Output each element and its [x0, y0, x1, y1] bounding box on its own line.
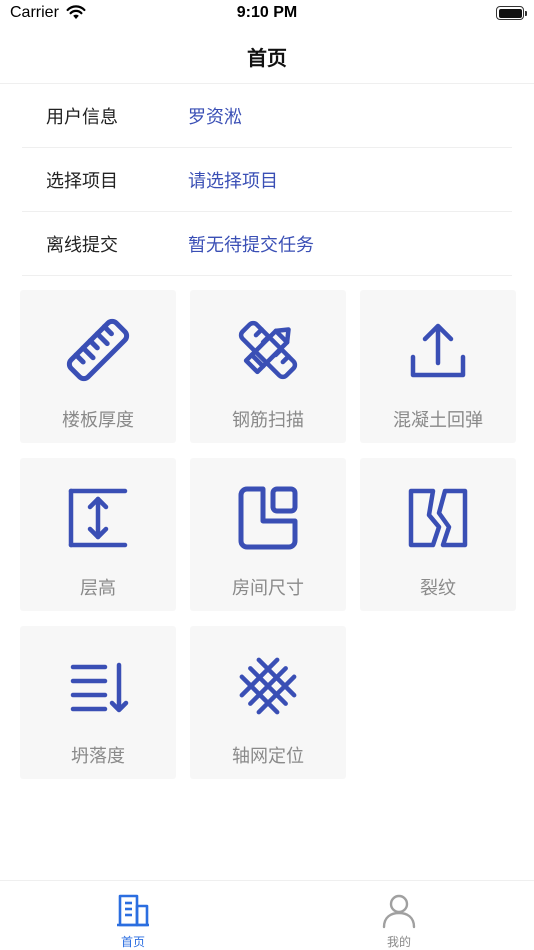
- info-list: 用户信息 罗资淞 选择项目 请选择项目 离线提交 暂无待提交任务: [22, 84, 512, 276]
- pencil-ruler-icon: [238, 320, 298, 380]
- info-row-offline-submit[interactable]: 离线提交 暂无待提交任务: [22, 212, 512, 276]
- tile-label: 裂纹: [420, 578, 456, 599]
- tile-label: 钢筋扫描: [232, 410, 304, 431]
- tile-label: 轴网定位: [232, 746, 304, 767]
- navigation-bar: 首页: [0, 30, 534, 84]
- tile-label: 房间尺寸: [232, 578, 304, 599]
- info-label: 离线提交: [46, 235, 118, 256]
- page-title: 首页: [247, 46, 287, 70]
- info-label: 用户信息: [46, 107, 118, 128]
- height-arrow-icon: [68, 488, 128, 548]
- tile-concrete-rebound[interactable]: 混凝土回弹: [360, 290, 516, 443]
- building-icon: [117, 894, 149, 927]
- status-bar: Carrier 9:10 PM: [0, 0, 534, 30]
- info-row-select-project[interactable]: 选择项目 请选择项目: [22, 148, 512, 212]
- tile-crack[interactable]: 裂纹: [360, 458, 516, 611]
- upload-icon: [410, 323, 466, 378]
- tab-home[interactable]: 首页: [103, 893, 163, 950]
- tab-label: 我的: [386, 935, 411, 949]
- tile-room-size[interactable]: 房间尺寸: [190, 458, 346, 611]
- battery-icon: [496, 6, 527, 20]
- grid-mesh-icon: [239, 657, 297, 715]
- clock: 9:10 PM: [236, 4, 298, 21]
- room-layout-icon: [238, 486, 298, 550]
- ruler-icon: [66, 318, 130, 382]
- info-value[interactable]: 请选择项目: [188, 167, 278, 193]
- info-label: 选择项目: [46, 171, 118, 192]
- tab-bar: 首页 我的: [0, 880, 534, 950]
- tile-label: 层高: [80, 578, 116, 599]
- tab-mine[interactable]: 我的: [369, 893, 429, 950]
- crack-icon: [408, 488, 468, 548]
- tile-slab-thickness[interactable]: 楼板厚度: [20, 290, 176, 443]
- tile-floor-height[interactable]: 层高: [20, 458, 176, 611]
- info-value: 暂无待提交任务: [188, 235, 314, 256]
- tile-rebar-scan[interactable]: 钢筋扫描: [190, 290, 346, 443]
- slump-list-icon: [70, 662, 129, 713]
- tile-label: 楼板厚度: [62, 410, 134, 431]
- tile-slump[interactable]: 坍落度: [20, 626, 176, 779]
- tile-axis-positioning[interactable]: 轴网定位: [190, 626, 346, 779]
- info-row-user[interactable]: 用户信息 罗资淞: [22, 84, 512, 148]
- info-value: 罗资淞: [188, 107, 242, 128]
- tile-label: 混凝土回弹: [393, 410, 483, 431]
- tile-label: 坍落度: [71, 746, 125, 767]
- tab-label: 首页: [120, 935, 145, 949]
- user-icon: [382, 894, 416, 929]
